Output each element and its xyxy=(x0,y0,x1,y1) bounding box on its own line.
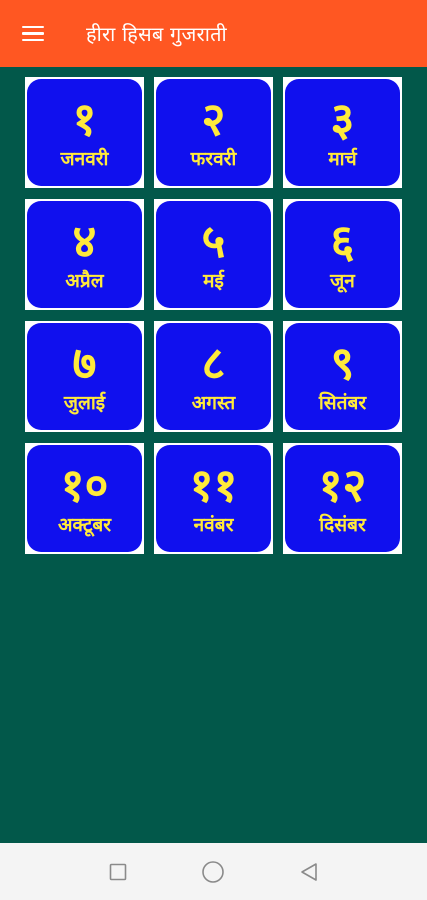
month-label: अक्टूबर xyxy=(57,514,112,537)
home-icon xyxy=(202,860,225,883)
back-button[interactable] xyxy=(289,852,329,892)
month-tile-9[interactable]: ९ सितंबर xyxy=(283,321,402,432)
month-label: दिसंबर xyxy=(319,514,366,537)
month-number: ८ xyxy=(201,336,226,391)
month-number: ३ xyxy=(330,92,355,147)
month-label: जनवरी xyxy=(60,148,109,171)
app-bar: हीरा हिसब गुजराती xyxy=(0,0,427,67)
home-button[interactable] xyxy=(193,852,233,892)
month-number: ११ xyxy=(189,458,238,513)
month-number: ७ xyxy=(72,336,97,391)
month-number: ४ xyxy=(72,214,97,269)
month-label: जून xyxy=(330,270,355,293)
back-icon xyxy=(301,862,317,881)
month-grid: १ जनवरी २ फरवरी ३ मार्च ४ अप्रैल ५ मई ६ … xyxy=(25,77,405,554)
month-tile-3[interactable]: ३ मार्च xyxy=(283,77,402,188)
month-label: मार्च xyxy=(328,148,357,171)
month-number: १ xyxy=(72,92,97,147)
month-tile-11[interactable]: ११ नवंबर xyxy=(154,443,273,554)
month-tile-4[interactable]: ४ अप्रैल xyxy=(25,199,144,310)
hamburger-menu-icon xyxy=(22,25,44,42)
month-tile-12[interactable]: १२ दिसंबर xyxy=(283,443,402,554)
month-label: अगस्त xyxy=(191,392,236,415)
month-number: २ xyxy=(201,92,226,147)
month-label: सितंबर xyxy=(318,392,367,415)
month-tile-5[interactable]: ५ मई xyxy=(154,199,273,310)
month-tile-10[interactable]: १० अक्टूबर xyxy=(25,443,144,554)
month-number: १२ xyxy=(318,458,367,513)
month-tile-2[interactable]: २ फरवरी xyxy=(154,77,273,188)
page-title: हीरा हिसब गुजराती xyxy=(86,22,227,46)
month-label: जुलाई xyxy=(63,392,106,415)
month-number: ९ xyxy=(330,336,355,391)
month-tile-7[interactable]: ७ जुलाई xyxy=(25,321,144,432)
recent-apps-button[interactable] xyxy=(98,852,138,892)
month-number: १० xyxy=(60,458,109,513)
month-label: फरवरी xyxy=(190,148,237,171)
month-label: अप्रैल xyxy=(65,270,104,293)
month-number: ५ xyxy=(201,214,226,269)
month-tile-1[interactable]: १ जनवरी xyxy=(25,77,144,188)
menu-button[interactable] xyxy=(0,0,66,67)
month-label: नवंबर xyxy=(193,514,234,537)
month-tile-8[interactable]: ८ अगस्त xyxy=(154,321,273,432)
month-label: मई xyxy=(203,270,224,293)
month-tile-6[interactable]: ६ जून xyxy=(283,199,402,310)
system-navigation-bar xyxy=(0,843,427,900)
recent-apps-icon xyxy=(109,863,127,880)
month-number: ६ xyxy=(330,214,355,269)
